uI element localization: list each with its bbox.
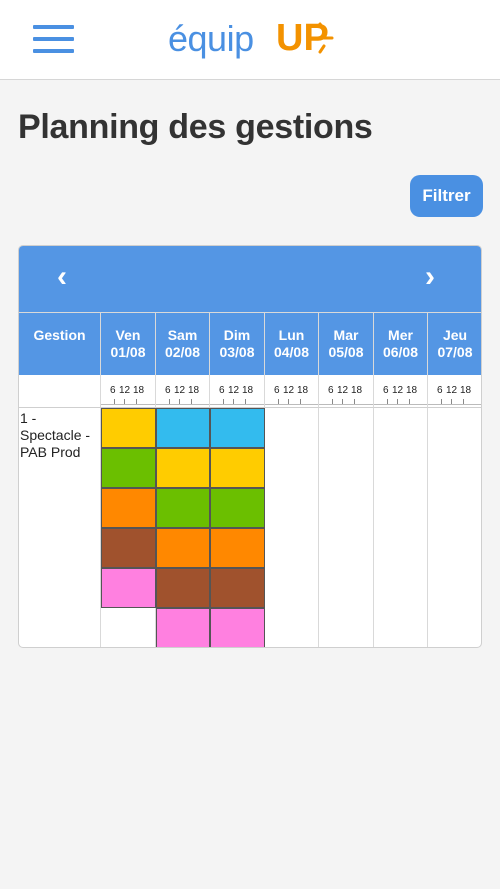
hour-ticks: 6 12 18 bbox=[319, 375, 374, 408]
schedule-block[interactable] bbox=[101, 568, 156, 608]
hour-tick-label: 12 bbox=[446, 385, 458, 396]
filter-button[interactable]: Filtrer bbox=[410, 175, 483, 217]
day-date: 01/08 bbox=[110, 344, 146, 360]
day-column bbox=[319, 408, 374, 647]
tick-baseline bbox=[374, 404, 427, 405]
schedule-block[interactable] bbox=[210, 448, 265, 488]
hour-ticks: 6 12 18 bbox=[428, 375, 481, 408]
schedule-block[interactable] bbox=[101, 528, 156, 568]
hour-tick-label: 18 bbox=[460, 385, 472, 396]
schedule-block[interactable] bbox=[101, 488, 156, 528]
tick-baseline bbox=[319, 404, 373, 405]
hour-tick-label: 12 bbox=[392, 385, 404, 396]
schedule-block[interactable] bbox=[156, 488, 210, 528]
schedule-block[interactable] bbox=[101, 448, 156, 488]
day-column bbox=[156, 408, 210, 647]
calendar-nav-bar: ‹ › bbox=[19, 246, 481, 312]
logo-text-equip: équip bbox=[168, 18, 254, 59]
tick-baseline bbox=[265, 404, 318, 405]
hour-tick-label: 18 bbox=[133, 385, 145, 396]
day-column bbox=[210, 408, 265, 647]
hour-ticks: 6 12 18 bbox=[101, 375, 156, 408]
schedule-block[interactable] bbox=[156, 408, 210, 448]
planning-calendar: ‹ › Gestion 1 - Spectacle - PAB Prod Ven… bbox=[18, 245, 482, 648]
day-name: Sam bbox=[167, 327, 198, 343]
hour-tick-label: 12 bbox=[228, 385, 240, 396]
hour-ticks: 6 12 18 bbox=[265, 375, 319, 408]
schedule-block[interactable] bbox=[156, 448, 210, 488]
day-date: 06/08 bbox=[382, 344, 419, 360]
hour-tick-label: 12 bbox=[119, 385, 131, 396]
day-column bbox=[265, 408, 319, 647]
schedule-block[interactable] bbox=[156, 608, 210, 647]
day-date: 07/08 bbox=[437, 344, 473, 360]
hamburger-menu-icon[interactable] bbox=[33, 25, 74, 53]
day-column bbox=[101, 408, 156, 647]
day-name: Mer bbox=[388, 327, 413, 343]
day-name: Jeu bbox=[442, 327, 468, 343]
hour-tick-label: 18 bbox=[242, 385, 254, 396]
day-name: Dim bbox=[223, 327, 251, 343]
schedule-block[interactable] bbox=[210, 608, 265, 647]
hour-ticks: 6 12 18 bbox=[374, 375, 428, 408]
day-name: Lun bbox=[278, 327, 305, 343]
day-name: Mar bbox=[333, 327, 359, 343]
gestion-row-label: 1 - Spectacle - PAB Prod bbox=[19, 408, 101, 647]
chevron-left-icon[interactable]: ‹ bbox=[57, 262, 67, 292]
day-header-2: Sam 02/08 bbox=[156, 312, 210, 375]
day-date: 05/08 bbox=[328, 344, 364, 360]
day-header-6: Mer 06/08 bbox=[374, 312, 428, 375]
day-header-5: Mar 05/08 bbox=[319, 312, 374, 375]
schedule-block[interactable] bbox=[101, 408, 156, 448]
hour-tick-label: 6 bbox=[383, 385, 389, 396]
schedule-block[interactable] bbox=[210, 568, 265, 608]
schedule-block[interactable] bbox=[210, 488, 265, 528]
schedule-block[interactable] bbox=[156, 568, 210, 608]
tick-baseline bbox=[156, 404, 209, 405]
hour-ticks: 6 12 18 bbox=[210, 375, 265, 408]
hour-tick-label: 6 bbox=[110, 385, 116, 396]
hour-tick-label: 12 bbox=[337, 385, 349, 396]
day-date: 04/08 bbox=[273, 344, 310, 360]
hour-tick-label: 6 bbox=[437, 385, 443, 396]
hour-tick-label: 6 bbox=[219, 385, 225, 396]
hour-tick-label: 6 bbox=[165, 385, 171, 396]
day-name: Ven bbox=[115, 327, 141, 343]
hour-ticks: 6 12 18 bbox=[156, 375, 210, 408]
schedule-block[interactable] bbox=[210, 528, 265, 568]
day-header-1: Ven 01/08 bbox=[101, 312, 156, 375]
schedule-block[interactable] bbox=[210, 408, 265, 448]
gestion-column-header: Gestion bbox=[19, 312, 101, 375]
chevron-right-icon[interactable]: › bbox=[425, 262, 435, 292]
schedule-block[interactable] bbox=[156, 528, 210, 568]
hour-tick-label: 18 bbox=[351, 385, 363, 396]
logo: équip UP bbox=[168, 14, 338, 64]
hour-tick-label: 18 bbox=[406, 385, 418, 396]
hour-tick-label: 6 bbox=[328, 385, 334, 396]
day-header-4: Lun 04/08 bbox=[265, 312, 319, 375]
gestion-tick-spacer bbox=[19, 375, 101, 408]
day-header-7: Jeu 07/08 bbox=[428, 312, 481, 375]
hour-tick-label: 12 bbox=[174, 385, 186, 396]
page-title: Planning des gestions bbox=[18, 108, 373, 146]
tick-baseline bbox=[101, 404, 155, 405]
hour-tick-label: 18 bbox=[188, 385, 200, 396]
hour-tick-label: 6 bbox=[274, 385, 280, 396]
day-header-3: Dim 03/08 bbox=[210, 312, 265, 375]
sun-rays-icon bbox=[318, 22, 334, 54]
tick-baseline bbox=[428, 404, 481, 405]
day-date: 02/08 bbox=[164, 344, 201, 360]
day-column bbox=[428, 408, 481, 647]
tick-baseline bbox=[210, 404, 264, 405]
hour-tick-label: 18 bbox=[297, 385, 309, 396]
day-date: 03/08 bbox=[219, 344, 255, 360]
top-bar: équip UP bbox=[0, 0, 500, 80]
day-column bbox=[374, 408, 428, 647]
hour-tick-label: 12 bbox=[283, 385, 295, 396]
